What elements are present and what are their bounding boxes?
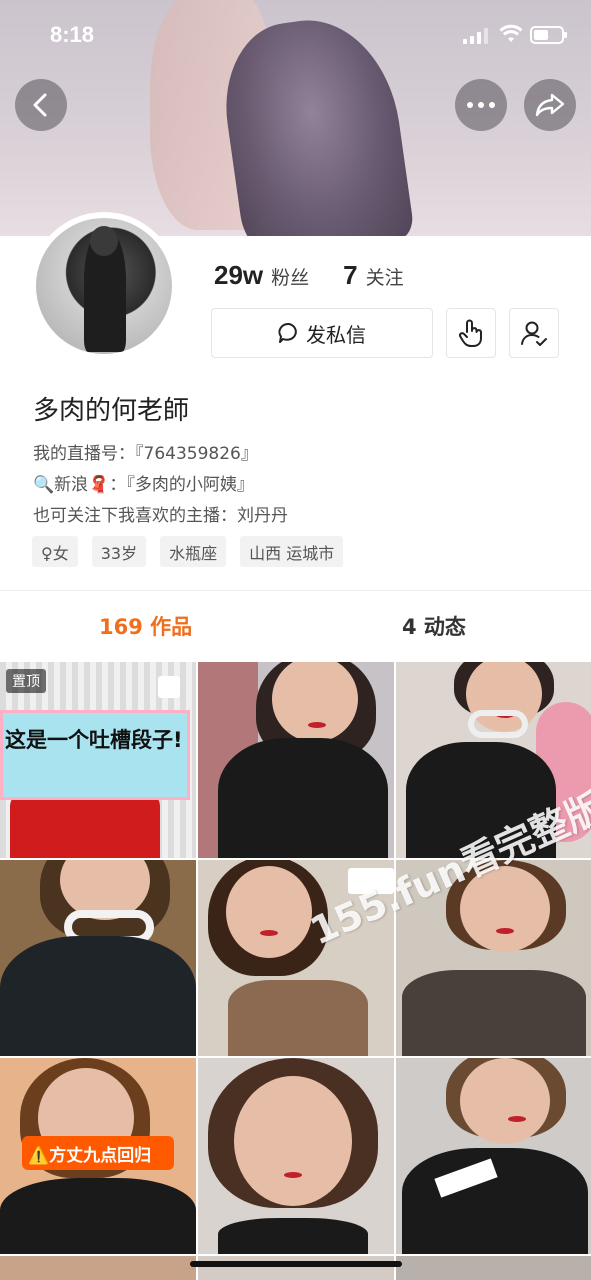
- age-tag: 33岁: [91, 536, 147, 567]
- signal-icon: [463, 28, 489, 44]
- profile-stats: 29w 粉丝 7 关注: [214, 260, 404, 291]
- video-thumb-2[interactable]: [198, 662, 394, 858]
- video-thumb-9[interactable]: [396, 1058, 591, 1254]
- zodiac-tag: 水瓶座: [160, 536, 227, 567]
- fans-label[interactable]: 粉丝: [271, 263, 309, 290]
- share-button[interactable]: [524, 79, 576, 131]
- announcement-badge: ⚠️方丈九点回归: [22, 1136, 174, 1170]
- home-indicator[interactable]: [190, 1261, 402, 1267]
- status-time: 8:18: [50, 22, 95, 47]
- back-button[interactable]: [15, 79, 67, 131]
- video-thumb-8[interactable]: [198, 1058, 394, 1254]
- sticker-text: 这是一个吐槽段子!: [5, 728, 183, 752]
- bio-line-1: 我的直播号：『764359826』: [33, 444, 258, 464]
- video-thumb-7[interactable]: ⚠️方丈九点回归: [0, 1058, 196, 1254]
- avatar[interactable]: [36, 218, 172, 354]
- send-message-label: 发私信: [306, 322, 366, 347]
- wifi-icon: [499, 24, 523, 42]
- video-thumb-11[interactable]: [198, 1256, 394, 1280]
- profile-name: 多肉的何老師: [33, 396, 190, 426]
- tap-hand-icon: [458, 319, 482, 347]
- bio-line-2: 🔍新浪🧣：『多肉的小阿姨』: [33, 475, 254, 495]
- following-label[interactable]: 关注: [366, 263, 404, 290]
- video-thumb-1[interactable]: 置顶 这是一个吐槽段子!: [0, 662, 196, 858]
- tab-works[interactable]: 169 作品: [99, 611, 192, 641]
- chat-bubble-icon: [278, 323, 297, 343]
- more-icon: [467, 102, 495, 108]
- bio-line-3: 也可关注下我喜欢的主播：刘丹丹: [33, 506, 288, 526]
- followed-button[interactable]: [509, 308, 559, 358]
- battery-icon: [530, 26, 567, 44]
- back-icon: [33, 93, 47, 117]
- profile-tags: ♀女 33岁 水瓶座 山西 运城市: [32, 536, 357, 567]
- user-check-icon: [521, 321, 547, 346]
- interact-button[interactable]: [446, 308, 496, 358]
- more-button[interactable]: [455, 79, 507, 131]
- video-thumb-10[interactable]: [0, 1256, 196, 1280]
- video-thumb-12[interactable]: [396, 1256, 591, 1280]
- status-bar: 8:18: [0, 0, 591, 72]
- tab-moments[interactable]: 4 动态: [402, 611, 466, 641]
- send-message-button[interactable]: 发私信: [211, 308, 433, 358]
- gender-tag: ♀女: [32, 536, 78, 567]
- fans-count[interactable]: 29w: [214, 260, 263, 291]
- location-tag: 山西 运城市: [240, 536, 344, 567]
- sticker-label: 这是一个吐槽段子!: [0, 710, 190, 800]
- video-thumb-4[interactable]: [0, 860, 196, 1056]
- pinned-badge: 置顶: [6, 669, 46, 693]
- following-count[interactable]: 7: [343, 260, 357, 291]
- share-icon: [535, 93, 565, 117]
- content-tabs: 169 作品 4 动态: [0, 591, 591, 661]
